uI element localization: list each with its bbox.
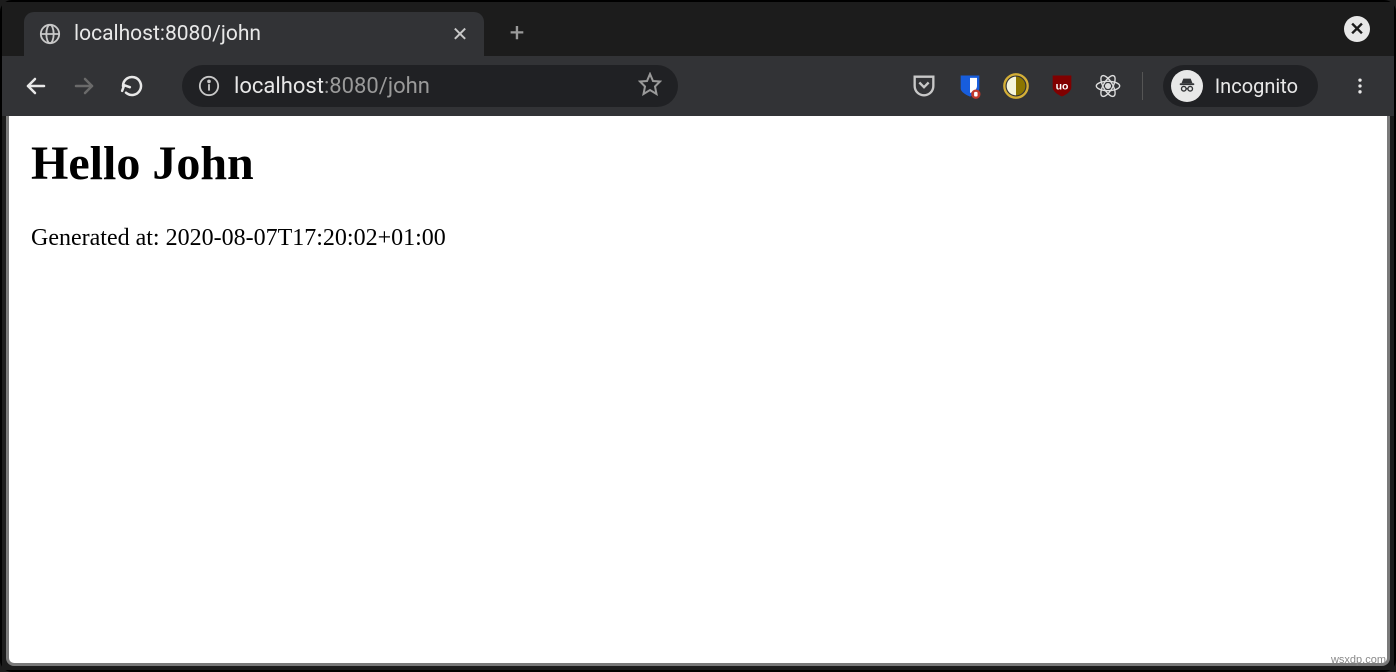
extension-icon-c[interactable] [1002, 72, 1030, 100]
url-host: localhost [234, 74, 324, 99]
extension-icons: uo [910, 72, 1122, 100]
toolbar-separator [1142, 72, 1143, 100]
pocket-icon[interactable] [910, 72, 938, 100]
watermark: wsxdp.com [1331, 654, 1386, 666]
close-tab-icon[interactable]: ✕ [450, 24, 470, 44]
globe-icon [38, 22, 62, 46]
url-text: localhost:8080/john [234, 74, 624, 99]
browser-tab[interactable]: localhost:8080/john ✕ [24, 12, 484, 56]
page-content: Hello John Generated at: 2020-08-07T17:2… [6, 116, 1390, 666]
svg-text:uo: uo [1055, 81, 1068, 93]
ublock-icon[interactable]: uo [1048, 72, 1076, 100]
generated-timestamp: Generated at: 2020-08-07T17:20:02+01:00 [31, 225, 1365, 252]
address-bar[interactable]: localhost:8080/john [182, 65, 678, 107]
incognito-badge[interactable]: Incognito [1163, 65, 1318, 107]
forward-button[interactable] [66, 68, 102, 104]
bookmark-star-icon[interactable] [638, 72, 662, 100]
menu-button[interactable] [1342, 68, 1378, 104]
browser-window: localhost:8080/john ✕ + ✕ [2, 2, 1394, 670]
new-tab-button[interactable]: + [502, 18, 532, 48]
page-heading: Hello John [31, 136, 1365, 191]
react-devtools-icon[interactable] [1094, 72, 1122, 100]
reload-button[interactable] [114, 68, 150, 104]
incognito-label: Incognito [1215, 74, 1298, 98]
bitwarden-icon[interactable] [956, 72, 984, 100]
back-button[interactable] [18, 68, 54, 104]
close-window-icon[interactable]: ✕ [1344, 16, 1370, 42]
toolbar: localhost:8080/john [2, 56, 1394, 116]
incognito-icon [1171, 70, 1203, 102]
info-icon[interactable] [198, 75, 220, 97]
tab-bar: localhost:8080/john ✕ + ✕ [2, 2, 1394, 56]
url-path: :8080/john [324, 74, 430, 99]
tab-title: localhost:8080/john [74, 22, 438, 46]
